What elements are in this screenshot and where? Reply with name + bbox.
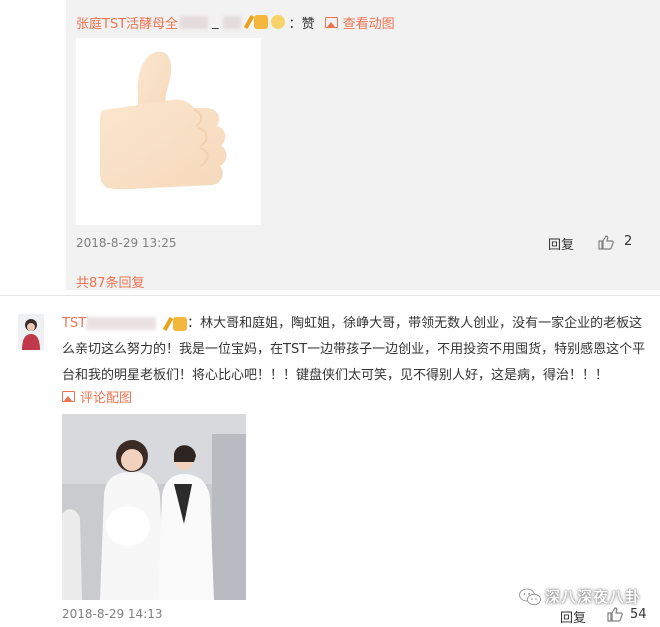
thumbs-up-icon	[100, 51, 227, 190]
medal-badge-icon	[270, 15, 285, 29]
vip-badge-icon	[253, 15, 268, 29]
watermark-text: 深八深夜八卦	[545, 588, 642, 606]
pencil-badge-icon-2	[162, 316, 174, 331]
total-replies-link[interactable]: 共87条回复	[76, 272, 145, 291]
image-icon-2	[62, 391, 75, 402]
comment-body: TST ：林大哥和庭姐，陶虹姐，徐峥大哥，带领无数人创业，没有一家企业的老板这么亲…	[62, 311, 652, 389]
like-icon[interactable]	[598, 235, 614, 250]
reply-username[interactable]: 张庭TST活酵母全	[76, 13, 178, 32]
avatar-image	[18, 314, 44, 350]
reply-header: 张庭TST活酵母全 _ ：赞 查看动图	[76, 12, 395, 32]
reply-block: 张庭TST活酵母全 _ ：赞 查看动图 2018-8-29 13:25 回复 2…	[66, 0, 660, 291]
reply-timestamp: 2018-8-29 13:25	[76, 236, 177, 250]
vip-badge-icon-2	[173, 316, 188, 331]
avatar[interactable]	[18, 314, 44, 350]
review-image-link[interactable]: 评论配图	[62, 387, 132, 406]
blurred-name-3	[86, 317, 157, 330]
image-icon	[324, 16, 338, 28]
thumbs-up-sticker[interactable]	[76, 38, 261, 225]
comment-photo[interactable]	[62, 414, 246, 600]
comment-like-icon[interactable]	[607, 607, 623, 622]
reply-button[interactable]: 回复	[548, 234, 574, 253]
comment-timestamp: 2018-8-29 14:13	[62, 607, 163, 621]
reply-text: ：赞	[288, 16, 315, 32]
review-image-label: 评论配图	[80, 391, 133, 406]
view-gif-link[interactable]: 查看动图	[324, 13, 395, 32]
blurred-name	[180, 15, 209, 29]
name-separator: _	[212, 14, 219, 30]
reply-like-count: 2	[624, 234, 633, 249]
photo-image	[62, 414, 246, 600]
comment-divider	[0, 295, 660, 296]
blurred-name-2	[222, 15, 241, 29]
wechat-icon	[519, 588, 541, 605]
comment-like-count: 54	[630, 607, 647, 622]
pencil-badge-icon	[243, 14, 254, 30]
comment-username[interactable]: TST	[62, 316, 86, 331]
view-gif-label: 查看动图	[342, 16, 395, 32]
watermark: 深八深夜八卦	[519, 586, 641, 607]
comment-reply-button[interactable]: 回复	[560, 607, 586, 626]
